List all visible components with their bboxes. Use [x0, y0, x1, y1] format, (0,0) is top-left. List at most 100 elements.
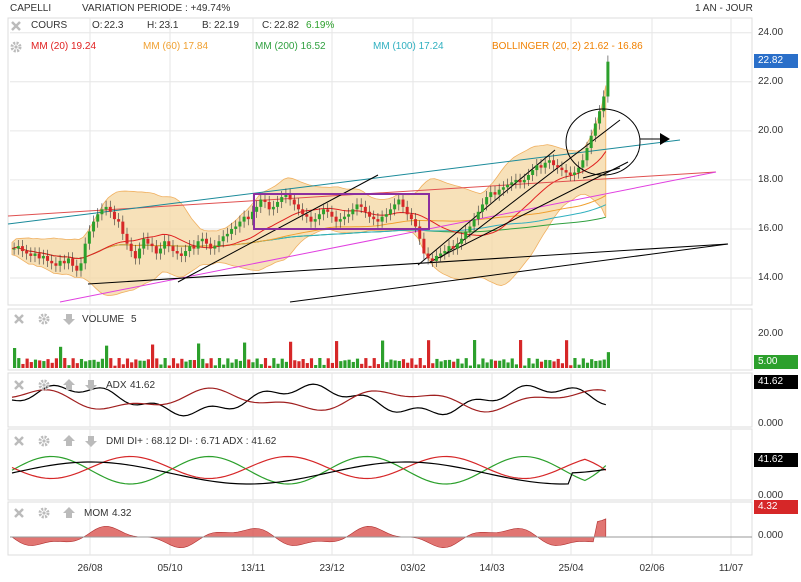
x-tick-8: 11/07	[718, 563, 744, 574]
candle-body-132	[564, 170, 568, 173]
volume-bar-68	[297, 361, 301, 368]
candle-body-58	[255, 206, 259, 212]
dmi-up-icon[interactable]	[62, 434, 76, 448]
volume-bar-48	[213, 365, 217, 368]
candle-body-104	[447, 246, 451, 252]
candle-body-70	[305, 214, 309, 217]
volume-bar-109	[468, 365, 472, 368]
mom-gear-icon[interactable]	[37, 506, 51, 520]
candle-body-8	[46, 255, 50, 261]
candle-body-128	[547, 160, 551, 163]
period-label[interactable]: 1 AN - JOUR	[695, 3, 753, 14]
candle-body-80	[347, 214, 351, 217]
candle-body-111	[476, 211, 480, 220]
candle-body-110	[472, 219, 476, 227]
volume-bar-103	[443, 360, 447, 368]
dmi-down-icon[interactable]	[84, 434, 98, 448]
volume-bar-114	[489, 359, 493, 368]
close-value: 22.82	[274, 20, 300, 31]
candle-body-10	[54, 263, 58, 266]
candle-body-101	[434, 255, 438, 261]
candle-body-50	[221, 236, 225, 242]
adx-gear-icon[interactable]	[37, 378, 51, 392]
volume-value: 5	[131, 314, 137, 325]
adx-close-icon[interactable]	[12, 378, 26, 392]
candle-body-126	[539, 165, 543, 168]
volume-bar-108	[464, 358, 468, 368]
candle-body-77	[334, 216, 338, 222]
volume-bar-11	[59, 346, 63, 368]
volume-bar-5	[33, 359, 38, 368]
volume-bar-18	[88, 360, 92, 368]
volume-gear-icon[interactable]	[37, 312, 51, 326]
candle-body-85	[368, 211, 372, 217]
candle-body-9	[50, 260, 54, 264]
volume-bar-83	[360, 363, 364, 368]
volume-bar-112	[481, 358, 485, 368]
volume-bar-90	[389, 359, 393, 368]
candle-body-84	[363, 206, 367, 212]
candle-body-135	[577, 167, 581, 173]
volume-bar-123	[527, 358, 531, 368]
volume-bar-55	[243, 342, 247, 368]
volume-bar-92	[397, 360, 401, 368]
volume-bar-30	[138, 360, 142, 368]
indicator-1: MM (60) 17.84	[143, 41, 209, 52]
indicator-3: MM (100) 17.24	[373, 41, 444, 52]
candle-body-124	[531, 170, 535, 175]
gear-icon[interactable]	[9, 40, 23, 54]
volume-bar-58	[255, 358, 259, 368]
volume-bar-136	[581, 358, 585, 368]
volume-bar-23	[109, 358, 113, 368]
volume-bar-36	[163, 358, 167, 368]
adx-value: 41.62	[130, 380, 156, 391]
dmi-label: DMI DI+ : 68.12 DI- : 6.71 ADX : 41.62	[106, 436, 277, 447]
volume-down-icon[interactable]	[62, 312, 76, 326]
candle-body-121	[518, 179, 522, 183]
adx-up-icon[interactable]	[62, 378, 76, 392]
adx-down-icon[interactable]	[84, 378, 98, 392]
volume-bar-64	[280, 358, 284, 368]
volume-bar-87	[376, 364, 380, 368]
candle-body-117	[501, 187, 505, 190]
mom-close-icon[interactable]	[12, 506, 26, 520]
candle-body-41	[184, 251, 188, 256]
adx-sub-line	[11, 387, 606, 413]
mom-up-icon[interactable]	[62, 506, 76, 520]
dmi-close-icon[interactable]	[12, 434, 26, 448]
volume-bar-89	[385, 362, 389, 368]
volume-bar-29	[134, 359, 138, 368]
volume-bar-39	[176, 363, 180, 368]
candle-body-109	[468, 226, 472, 232]
candle-body-92	[397, 199, 401, 205]
volume-bar-96	[414, 364, 418, 368]
candle-body-119	[510, 182, 514, 185]
candle-body-11	[58, 260, 62, 266]
candle-body-19	[92, 221, 96, 232]
volume-bar-72	[314, 365, 318, 368]
close-icon[interactable]	[9, 19, 23, 33]
dmi-gear-icon[interactable]	[37, 434, 51, 448]
volume-close-icon[interactable]	[12, 312, 26, 326]
volume-bar-100	[431, 363, 435, 368]
volume-bar-16	[79, 358, 84, 368]
candle-body-18	[87, 231, 91, 244]
volume-bar-140	[598, 360, 602, 368]
volume-badge: 5.00	[754, 355, 798, 369]
candle-body-13	[66, 258, 70, 264]
candle-body-35	[158, 248, 162, 254]
volume-bar-106	[456, 358, 460, 368]
indicator-4: BOLLINGER (20, 2) 21.62 - 16.86	[492, 41, 643, 52]
candle-body-56	[246, 216, 250, 220]
x-tick-1: 05/10	[157, 563, 183, 574]
candle-body-53	[234, 226, 238, 229]
candle-body-29	[133, 251, 137, 259]
candle-body-5	[33, 253, 37, 256]
volume-bar-38	[171, 358, 176, 368]
candle-body-94	[405, 206, 409, 215]
mom-badge: 4.32	[754, 500, 798, 514]
volume-bar-78	[339, 361, 343, 368]
candle-body-115	[493, 192, 497, 195]
volume-bar-127	[544, 359, 548, 368]
x-tick-5: 14/03	[479, 563, 505, 574]
